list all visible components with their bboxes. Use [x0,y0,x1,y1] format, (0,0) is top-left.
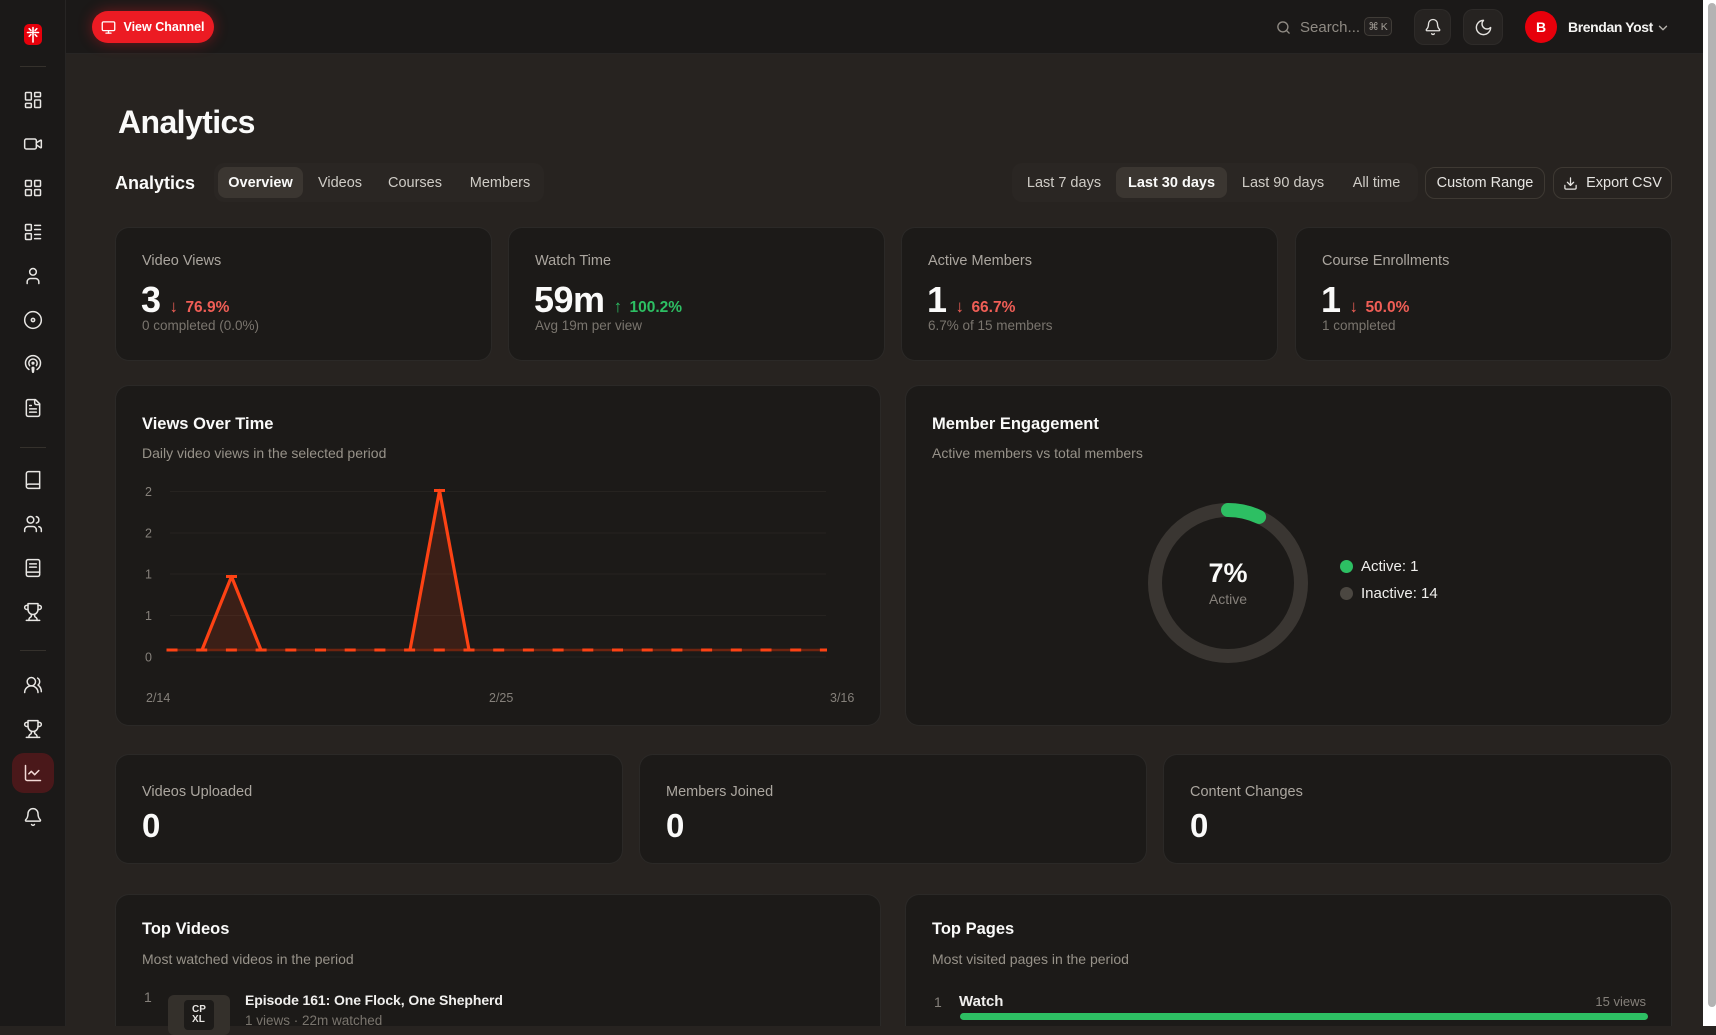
svg-text:2/25: 2/25 [489,691,513,705]
svg-text:3/16: 3/16 [830,691,854,705]
svg-text:1: 1 [145,609,152,623]
svg-text:2: 2 [145,527,152,541]
svg-text:0: 0 [145,651,152,665]
svg-text:1: 1 [145,568,152,582]
svg-text:2/14: 2/14 [146,691,170,705]
svg-text:2: 2 [145,485,152,499]
